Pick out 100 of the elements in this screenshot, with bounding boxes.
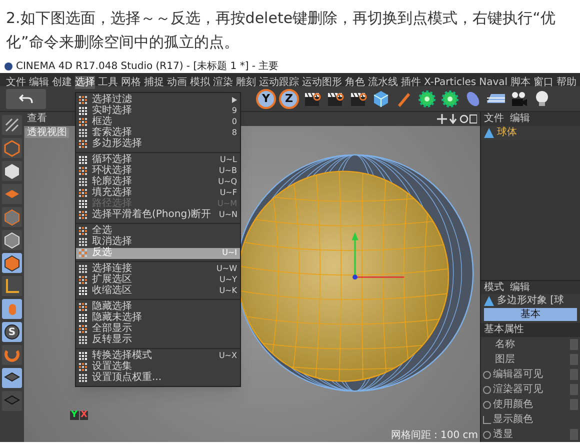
grid-spacing-status: 网格间距 : 100 cm: [390, 431, 478, 441]
property-field[interactable]: [570, 399, 578, 410]
panel-menu-item[interactable]: 编辑: [510, 114, 530, 124]
menu-item[interactable]: 隐藏未选择: [76, 312, 240, 324]
menu-item[interactable]: 全选: [76, 226, 240, 236]
dot-grid-icon: [79, 302, 88, 312]
app-logo-icon: [4, 62, 13, 71]
property-label: 名称: [495, 340, 515, 350]
menu-bar-item[interactable]: 插件: [401, 76, 421, 88]
property-field[interactable]: [570, 354, 578, 365]
object-name[interactable]: 球体: [497, 128, 517, 138]
menu-item[interactable]: 选择平滑着色(Phong)断开 U~N: [76, 210, 240, 220]
menu-bar-item[interactable]: 运动图形: [302, 76, 342, 88]
menu-bar-item[interactable]: 脚本: [510, 76, 531, 88]
property-label: 使用颜色: [493, 400, 533, 410]
menu-item[interactable]: 多边形选择: [76, 138, 240, 150]
cube-icon[interactable]: [2, 161, 22, 181]
menu-bar-item[interactable]: 动画: [167, 76, 187, 88]
menu-item[interactable]: 框选 0: [76, 116, 240, 128]
menu-bar-item[interactable]: 雕刻: [236, 76, 256, 88]
dot-grid-icon: [79, 166, 88, 176]
menu-bar-item[interactable]: 角色: [345, 76, 365, 88]
menu-item[interactable]: 设置顶点权重...: [76, 372, 240, 384]
dot-grid-icon: [79, 128, 88, 138]
menu-item[interactable]: 选择连接 U~W: [76, 264, 240, 274]
menu-item[interactable]: 隐藏选择: [76, 302, 240, 312]
layers-icon[interactable]: [2, 184, 22, 204]
panel-menu-item[interactable]: 文件: [484, 114, 504, 124]
menu-item[interactable]: 选择过滤: [76, 94, 240, 106]
property-label: 图层: [495, 354, 515, 364]
menu-item[interactable]: 全部显示: [76, 324, 240, 334]
menu-bar-item[interactable]: 选择: [75, 76, 95, 88]
menu-bar-item[interactable]: 文件: [6, 76, 26, 88]
cube-outline-icon[interactable]: [2, 138, 22, 158]
dot-grid-icon: [79, 178, 88, 186]
gear-icon[interactable]: [440, 88, 460, 108]
group-heading: 基本属性: [484, 325, 524, 335]
menu-bar-item[interactable]: 捕捉: [144, 76, 164, 88]
dot-grid-icon: [79, 106, 88, 116]
dot-grid-icon: [79, 140, 88, 148]
menu-bar-item[interactable]: 流水线: [368, 76, 398, 88]
axis-lock-button[interactable]: Y: [256, 88, 276, 108]
panel-menu-item[interactable]: 编辑: [510, 282, 530, 292]
menu-item[interactable]: 环状选择 U~B: [76, 166, 240, 176]
property-label: 渲染器可见: [493, 384, 543, 394]
property-label: 透显: [493, 430, 513, 440]
undo-button[interactable]: [6, 88, 46, 108]
gear-icon[interactable]: [417, 88, 437, 108]
grid-plane-icon[interactable]: [2, 368, 22, 388]
menu-bar-item[interactable]: 窗口: [534, 76, 554, 88]
cube-icon[interactable]: [2, 230, 22, 250]
camera-label: 透视视图: [27, 128, 67, 138]
window-title: CINEMA 4D R17.048 Studio (R17) - [未标题 1 *] - 主要: [16, 62, 279, 72]
property-field[interactable]: [570, 429, 578, 440]
menu-item[interactable]: 扩展选区 U~Y: [76, 274, 240, 286]
menu-bar-item[interactable]: 帮助: [556, 76, 577, 88]
property-field[interactable]: [570, 369, 578, 380]
property-field[interactable]: [570, 339, 578, 350]
section-tab[interactable]: 基本: [484, 308, 577, 321]
menu-item[interactable]: 实时选择 9: [76, 106, 240, 116]
menu-item[interactable]: 循环选择 U~L: [76, 154, 240, 166]
menu-bar-item[interactable]: 编辑: [29, 76, 49, 88]
property-label: 显示颜色: [493, 414, 533, 424]
dot-grid-icon: [79, 314, 88, 322]
menu-bar-item[interactable]: 运动跟踪: [259, 76, 299, 88]
circle-icon[interactable]: S: [2, 322, 22, 342]
menu-bar-item[interactable]: 网格: [121, 76, 141, 88]
cube-icon[interactable]: [371, 88, 391, 108]
menu-item[interactable]: 收缩选区 U~K: [76, 286, 240, 296]
menu-item[interactable]: 取消选择: [76, 236, 240, 248]
menu-item[interactable]: 轮廓选择 U~Q: [76, 176, 240, 188]
viewport-nav-icons[interactable]: [437, 114, 477, 124]
dot-grid-icon: [79, 118, 88, 126]
menu-bar-item[interactable]: 创建: [52, 76, 72, 88]
menu-bar-item[interactable]: 工具: [98, 76, 118, 88]
polygon-object-icon: [484, 296, 494, 306]
angle-icon[interactable]: [2, 276, 22, 296]
menu-bar-item[interactable]: Naval: [479, 76, 508, 88]
viewport-tab[interactable]: 查看: [27, 114, 47, 124]
dot-grid-icon: [79, 156, 88, 164]
cube-icon[interactable]: [2, 253, 22, 273]
axis-gizmo: Y X: [70, 411, 88, 420]
menu-bar-item[interactable]: 模拟: [190, 76, 210, 88]
menu-item[interactable]: 设置选集: [76, 362, 240, 372]
axis-lock-button[interactable]: Z: [279, 88, 299, 108]
dot-grid-icon: [79, 226, 88, 236]
menu-item[interactable]: 填充选择 U~F: [76, 188, 240, 198]
brush-icon[interactable]: [2, 115, 22, 135]
dot-grid-icon: [79, 264, 88, 274]
menu-item[interactable]: 反转显示: [76, 334, 240, 346]
dot-grid-icon: [79, 188, 88, 198]
dot-grid-icon: [79, 210, 88, 220]
menu-item[interactable]: 转换选择模式 U~X: [76, 350, 240, 362]
menu-bar-item[interactable]: X-Particles: [424, 76, 476, 88]
menu-bar-item[interactable]: 渲染: [213, 76, 233, 88]
property-field[interactable]: [570, 384, 578, 395]
menu-item[interactable]: 套索选择 8: [76, 128, 240, 138]
dot-grid-icon: [79, 336, 88, 344]
panel-menu-item[interactable]: 模式: [484, 282, 504, 292]
article-paragraph: 2.如下图选面，选择～～反选，再按delete键删除，再切换到点模式，右键执行“优化”命令来删除空间中的孤立的点。: [5, 8, 556, 53]
